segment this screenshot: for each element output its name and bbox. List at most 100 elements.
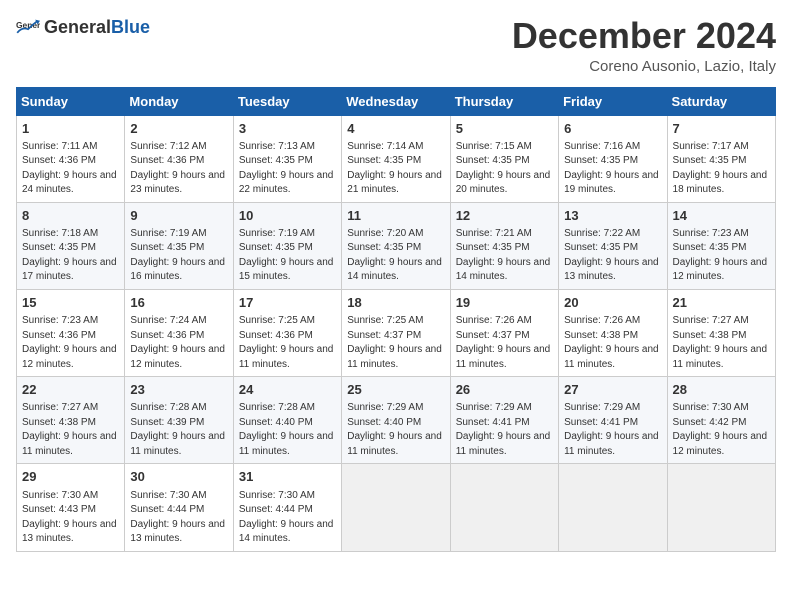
calendar-cell: 5 Sunrise: 7:15 AMSunset: 4:35 PMDaylight… (450, 115, 558, 202)
calendar-cell: 25 Sunrise: 7:29 AMSunset: 4:40 PMDayligh… (342, 377, 450, 464)
day-number: 8 (22, 207, 119, 225)
calendar-cell: 26 Sunrise: 7:29 AMSunset: 4:41 PMDayligh… (450, 377, 558, 464)
day-number: 5 (456, 120, 553, 138)
day-info: Sunrise: 7:25 AMSunset: 4:36 PMDaylight:… (239, 314, 336, 372)
day-info: Sunrise: 7:15 AMSunset: 4:35 PMDaylight:… (456, 140, 553, 198)
day-header-saturday: Saturday (667, 87, 775, 115)
calendar-week-2: 8 Sunrise: 7:18 AMSunset: 4:35 PMDaylight… (17, 202, 776, 289)
calendar-cell: 10 Sunrise: 7:19 AMSunset: 4:35 PMDayligh… (233, 202, 341, 289)
day-number: 3 (239, 120, 336, 138)
day-number: 9 (130, 207, 227, 225)
title-block: December 2024 Coreno Ausonio, Lazio, Ita… (512, 16, 776, 75)
calendar-cell: 6Sunrise: 7:16 AMSunset: 4:35 PMDaylight… (559, 115, 667, 202)
calendar-cell: 19 Sunrise: 7:26 AMSunset: 4:37 PMDayligh… (450, 289, 558, 376)
day-number: 29 (22, 468, 119, 486)
calendar-week-5: 29 Sunrise: 7:30 AMSunset: 4:43 PMDayligh… (17, 464, 776, 551)
calendar-cell: 14 Sunrise: 7:23 AMSunset: 4:35 PMDayligh… (667, 202, 775, 289)
logo-general-text: GeneralBlue (44, 18, 150, 38)
calendar-cell: 11Sunrise: 7:20 AMSunset: 4:35 PMDayligh… (342, 202, 450, 289)
day-number: 1 (22, 120, 119, 138)
day-info: Sunrise: 7:19 AMSunset: 4:35 PMDaylight:… (239, 227, 336, 285)
day-info: Sunrise: 7:25 AMSunset: 4:37 PMDaylight:… (347, 314, 444, 372)
day-info: Sunrise: 7:28 AMSunset: 4:40 PMDaylight:… (239, 401, 336, 459)
day-info: Sunrise: 7:27 AMSunset: 4:38 PMDaylight:… (673, 314, 770, 372)
day-number: 10 (239, 207, 336, 225)
calendar-cell: 16 Sunrise: 7:24 AMSunset: 4:36 PMDayligh… (125, 289, 233, 376)
day-header-wednesday: Wednesday (342, 87, 450, 115)
calendar-cell: 15 Sunrise: 7:23 AMSunset: 4:36 PMDayligh… (17, 289, 125, 376)
calendar-cell: 1 Sunrise: 7:11 AMSunset: 4:36 PMDaylight… (17, 115, 125, 202)
day-info: Sunrise: 7:12 AMSunset: 4:36 PMDaylight:… (130, 140, 227, 198)
calendar-cell: 21Sunrise: 7:27 AMSunset: 4:38 PMDayligh… (667, 289, 775, 376)
day-number: 17 (239, 294, 336, 312)
day-info: Sunrise: 7:30 AMSunset: 4:43 PMDaylight:… (22, 489, 119, 547)
day-number: 20 (564, 294, 661, 312)
day-number: 30 (130, 468, 227, 486)
day-info: Sunrise: 7:17 AMSunset: 4:35 PMDaylight:… (673, 140, 770, 198)
day-header-sunday: Sunday (17, 87, 125, 115)
day-number: 23 (130, 381, 227, 399)
calendar-cell: 24 Sunrise: 7:28 AMSunset: 4:40 PMDayligh… (233, 377, 341, 464)
day-number: 12 (456, 207, 553, 225)
day-number: 22 (22, 381, 119, 399)
calendar-cell: 31 Sunrise: 7:30 AMSunset: 4:44 PMDayligh… (233, 464, 341, 551)
day-info: Sunrise: 7:28 AMSunset: 4:39 PMDaylight:… (130, 401, 227, 459)
calendar-cell: 30 Sunrise: 7:30 AMSunset: 4:44 PMDayligh… (125, 464, 233, 551)
day-number: 16 (130, 294, 227, 312)
calendar-cell (667, 464, 775, 551)
month-title: December 2024 (512, 16, 776, 56)
day-number: 26 (456, 381, 553, 399)
day-info: Sunrise: 7:26 AMSunset: 4:38 PMDaylight:… (564, 314, 661, 372)
day-number: 15 (22, 294, 119, 312)
calendar-cell: 23 Sunrise: 7:28 AMSunset: 4:39 PMDayligh… (125, 377, 233, 464)
calendar-cell: 20 Sunrise: 7:26 AMSunset: 4:38 PMDayligh… (559, 289, 667, 376)
calendar-cell: 3 Sunrise: 7:13 AMSunset: 4:35 PMDaylight… (233, 115, 341, 202)
logo: General GeneralBlue (16, 16, 150, 40)
calendar-cell: 27 Sunrise: 7:29 AMSunset: 4:41 PMDayligh… (559, 377, 667, 464)
day-number: 6 (564, 120, 661, 138)
day-number: 28 (673, 381, 770, 399)
day-header-tuesday: Tuesday (233, 87, 341, 115)
day-number: 14 (673, 207, 770, 225)
day-info: Sunrise: 7:11 AMSunset: 4:36 PMDaylight:… (22, 140, 119, 198)
day-info: Sunrise: 7:29 AMSunset: 4:40 PMDaylight:… (347, 401, 444, 459)
day-number: 19 (456, 294, 553, 312)
calendar-week-4: 22 Sunrise: 7:27 AMSunset: 4:38 PMDayligh… (17, 377, 776, 464)
calendar-cell: 17 Sunrise: 7:25 AMSunset: 4:36 PMDayligh… (233, 289, 341, 376)
day-number: 27 (564, 381, 661, 399)
calendar-cell: 2Sunrise: 7:12 AMSunset: 4:36 PMDaylight… (125, 115, 233, 202)
calendar-week-3: 15 Sunrise: 7:23 AMSunset: 4:36 PMDayligh… (17, 289, 776, 376)
calendar-cell: 28 Sunrise: 7:30 AMSunset: 4:42 PMDayligh… (667, 377, 775, 464)
calendar-cell: 9 Sunrise: 7:19 AMSunset: 4:35 PMDaylight… (125, 202, 233, 289)
calendar-cell (342, 464, 450, 551)
day-info: Sunrise: 7:30 AMSunset: 4:44 PMDaylight:… (239, 489, 336, 547)
day-info: Sunrise: 7:13 AMSunset: 4:35 PMDaylight:… (239, 140, 336, 198)
day-header-monday: Monday (125, 87, 233, 115)
day-info: Sunrise: 7:29 AMSunset: 4:41 PMDaylight:… (456, 401, 553, 459)
day-info: Sunrise: 7:19 AMSunset: 4:35 PMDaylight:… (130, 227, 227, 285)
day-number: 4 (347, 120, 444, 138)
day-number: 24 (239, 381, 336, 399)
calendar-header-row: SundayMondayTuesdayWednesdayThursdayFrid… (17, 87, 776, 115)
day-info: Sunrise: 7:20 AMSunset: 4:35 PMDaylight:… (347, 227, 444, 285)
day-info: Sunrise: 7:18 AMSunset: 4:35 PMDaylight:… (22, 227, 119, 285)
page-header: General GeneralBlue December 2024 Coreno… (16, 16, 776, 75)
day-info: Sunrise: 7:30 AMSunset: 4:42 PMDaylight:… (673, 401, 770, 459)
day-info: Sunrise: 7:23 AMSunset: 4:35 PMDaylight:… (673, 227, 770, 285)
calendar-cell: 22 Sunrise: 7:27 AMSunset: 4:38 PMDayligh… (17, 377, 125, 464)
day-info: Sunrise: 7:24 AMSunset: 4:36 PMDaylight:… (130, 314, 227, 372)
day-number: 13 (564, 207, 661, 225)
logo-icon: General (16, 16, 40, 40)
day-number: 31 (239, 468, 336, 486)
calendar-cell: 4Sunrise: 7:14 AMSunset: 4:35 PMDaylight… (342, 115, 450, 202)
day-info: Sunrise: 7:22 AMSunset: 4:35 PMDaylight:… (564, 227, 661, 285)
day-info: Sunrise: 7:27 AMSunset: 4:38 PMDaylight:… (22, 401, 119, 459)
day-info: Sunrise: 7:29 AMSunset: 4:41 PMDaylight:… (564, 401, 661, 459)
day-info: Sunrise: 7:21 AMSunset: 4:35 PMDaylight:… (456, 227, 553, 285)
calendar-cell: 13 Sunrise: 7:22 AMSunset: 4:35 PMDayligh… (559, 202, 667, 289)
day-number: 25 (347, 381, 444, 399)
day-info: Sunrise: 7:26 AMSunset: 4:37 PMDaylight:… (456, 314, 553, 372)
day-info: Sunrise: 7:30 AMSunset: 4:44 PMDaylight:… (130, 489, 227, 547)
calendar-cell (450, 464, 558, 551)
day-info: Sunrise: 7:23 AMSunset: 4:36 PMDaylight:… (22, 314, 119, 372)
